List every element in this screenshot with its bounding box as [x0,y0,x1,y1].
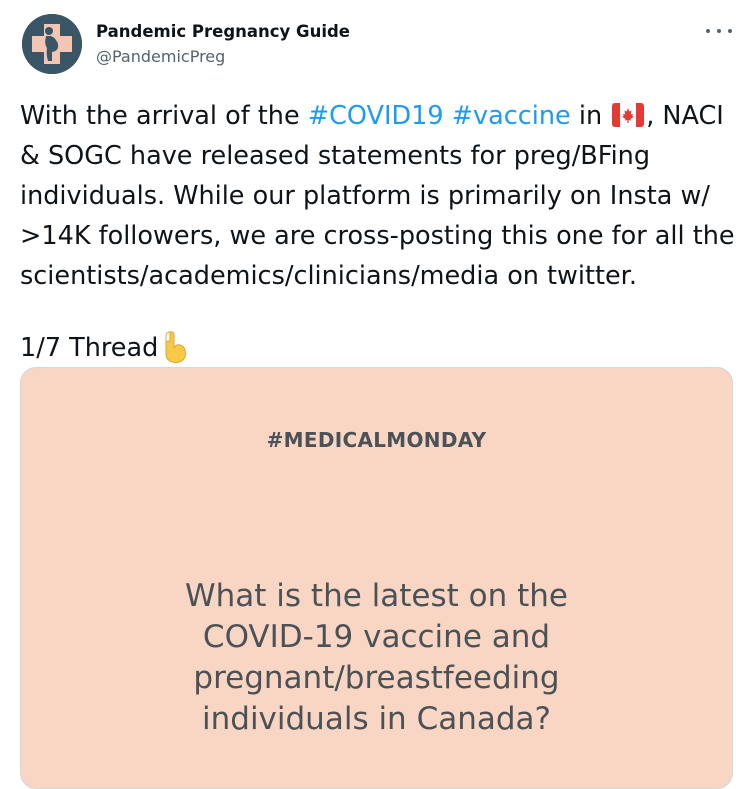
author-handle[interactable]: @PandemicPreg [96,47,225,66]
dot [717,29,721,33]
media-question-line: What is the latest on the [185,578,568,614]
hashtag-vaccine-link[interactable]: #vaccine [452,101,571,131]
text-segment [444,101,452,131]
author-display-name[interactable]: Pandemic Pregnancy Guide [96,22,350,41]
more-options-icon[interactable] [706,22,732,40]
tweet: Pandemic Pregnancy Guide @PandemicPreg W… [0,0,742,789]
thread-label: 1/7 Thread [20,328,732,368]
tweet-line-2: & SOGC have released statements for preg… [20,141,651,171]
dot [706,29,710,33]
tweet-line-4: >14K followers, we are cross-posting thi… [20,221,735,251]
media-question: What is the latest on the COVID-19 vacci… [21,576,732,740]
media-title: #MEDICALMONDAY [266,428,487,452]
pregnant-figure-cross-icon [22,14,82,74]
line-spacer [20,296,732,328]
tweet-text: With the arrival of the #COVID19 #vaccin… [20,96,735,368]
hashtag-covid19-link[interactable]: #COVID19 [308,101,444,131]
media-question-line: COVID-19 vaccine and [202,619,551,655]
text-segment: , NACI [646,101,724,131]
avatar[interactable] [22,14,82,74]
tweet-line-5: scientists/academics/clinicians/media on… [20,261,637,291]
media-question-line: individuals in Canada? [202,701,551,737]
thread-label-text: 1/7 Thread [20,333,159,363]
text-segment: With the arrival of the [20,101,308,131]
dot [728,29,732,33]
text-segment: in [570,101,611,131]
canada-flag-icon [612,99,645,139]
media-question-line: pregnant/breastfeeding [193,660,560,696]
media-image-card[interactable]: #MEDICALMONDAY What is the latest on the… [20,367,733,789]
tweet-line-1: With the arrival of the #COVID19 #vaccin… [20,96,732,136]
tweet-line-3: individuals. While our platform is prima… [20,181,710,211]
